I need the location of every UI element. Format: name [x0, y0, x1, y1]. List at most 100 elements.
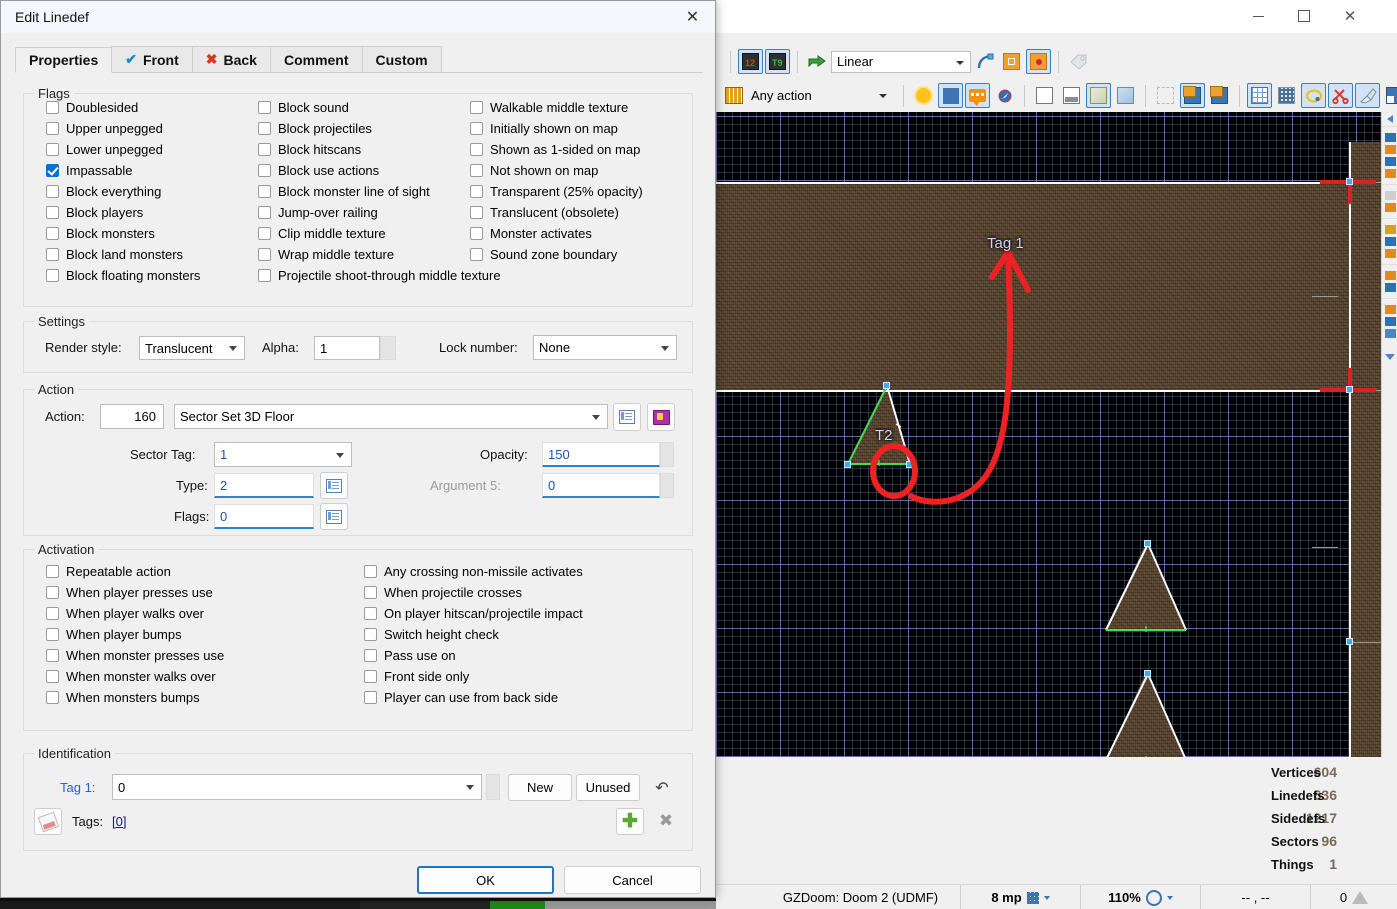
- activation-pass-use-on-checkbox[interactable]: [364, 649, 377, 662]
- flag-block-monsters-checkbox[interactable]: [46, 227, 59, 240]
- unused-tag-button[interactable]: Unused: [576, 774, 640, 801]
- tab-comment[interactable]: Comment: [269, 46, 363, 72]
- new-tag-button[interactable]: New: [508, 774, 572, 801]
- marquee-select-icon[interactable]: [1153, 83, 1178, 108]
- action-filter-select[interactable]: Any action: [747, 84, 897, 107]
- color-picker-icon[interactable]: [1301, 83, 1326, 108]
- flag-block-projectiles-checkbox[interactable]: [258, 122, 271, 135]
- texture-t9-toggle[interactable]: T9: [765, 49, 790, 74]
- map-vertex[interactable]: [1346, 178, 1353, 185]
- tab-front[interactable]: ✔ Front: [111, 46, 193, 72]
- tab-back[interactable]: ✖ Back: [191, 46, 271, 72]
- flag-shown-as-1-sided-checkbox[interactable]: [470, 143, 483, 156]
- activation-back-side-use-checkbox[interactable]: [364, 691, 377, 704]
- argument5-input[interactable]: 0: [542, 473, 660, 498]
- flag-doublesided-checkbox[interactable]: [46, 101, 59, 114]
- map-sector-triangle[interactable]: [1104, 670, 1188, 757]
- cancel-button[interactable]: Cancel: [564, 866, 701, 894]
- close-icon[interactable]: ✕: [670, 1, 715, 32]
- grid-icon[interactable]: [938, 83, 963, 108]
- activation-player-presses-use-checkbox[interactable]: [46, 586, 59, 599]
- curve-mode-select[interactable]: Linear: [831, 50, 971, 73]
- activation-any-crossing-checkbox[interactable]: [364, 565, 377, 578]
- flag-block-use-actions-checkbox[interactable]: [258, 164, 271, 177]
- opacity-stepper[interactable]: [660, 442, 674, 467]
- dock-icon[interactable]: [1384, 305, 1396, 314]
- clear-tags-button[interactable]: [34, 808, 62, 835]
- snap-grid-icon[interactable]: [1247, 83, 1272, 108]
- lower-icon[interactable]: [1086, 83, 1111, 108]
- type-browse-button[interactable]: [320, 472, 348, 499]
- flag-walkable-middle-texture-checkbox[interactable]: [470, 101, 483, 114]
- map-vertex[interactable]: [1346, 386, 1353, 393]
- dock-icon[interactable]: [1384, 317, 1396, 326]
- lock-number-select[interactable]: None: [533, 335, 677, 360]
- status-zoom[interactable]: 110%: [1081, 885, 1201, 909]
- action-browse-button[interactable]: [613, 403, 641, 431]
- flag-translucent-checkbox[interactable]: [470, 206, 483, 219]
- type-input[interactable]: 2: [214, 473, 314, 498]
- activation-player-bumps-checkbox[interactable]: [46, 628, 59, 641]
- activation-monster-presses-use-checkbox[interactable]: [46, 649, 59, 662]
- floor-icon[interactable]: [1059, 83, 1084, 108]
- map-canvas[interactable]: Tag 1 T2: [716, 112, 1381, 757]
- brush-icon[interactable]: [1355, 83, 1380, 108]
- scissors-icon[interactable]: [1328, 83, 1353, 108]
- flag-block-hitscans-checkbox[interactable]: [258, 143, 271, 156]
- maximize-icon[interactable]: [1281, 0, 1327, 32]
- flag-block-sound-checkbox[interactable]: [258, 101, 271, 114]
- flag-upper-unpegged-checkbox[interactable]: [46, 122, 59, 135]
- flag-monster-activates-checkbox[interactable]: [470, 227, 483, 240]
- flag-wrap-middle-texture-checkbox[interactable]: [258, 248, 271, 261]
- flags-arg-input[interactable]: 0: [214, 504, 314, 529]
- activation-repeatable-checkbox[interactable]: [46, 565, 59, 578]
- activation-front-side-only-checkbox[interactable]: [364, 670, 377, 683]
- tag1-stepper[interactable]: [486, 774, 500, 800]
- grid-move-icon[interactable]: [999, 49, 1024, 74]
- flag-not-shown-on-map-checkbox[interactable]: [470, 164, 483, 177]
- tab-properties[interactable]: Properties: [15, 47, 113, 73]
- map-vertex[interactable]: [883, 382, 890, 389]
- dock-icon[interactable]: [1384, 249, 1396, 258]
- dock-icon[interactable]: [1384, 283, 1396, 292]
- compass-icon[interactable]: [992, 83, 1017, 108]
- opacity-input[interactable]: 150: [542, 442, 660, 467]
- map-vertex[interactable]: [906, 461, 913, 468]
- activation-monsters-bumps-checkbox[interactable]: [46, 691, 59, 704]
- activation-player-walks-over-checkbox[interactable]: [46, 607, 59, 620]
- tag-icon[interactable]: [1066, 49, 1091, 74]
- action-number-input[interactable]: 160: [100, 404, 164, 429]
- tag1-select[interactable]: 0: [112, 774, 482, 800]
- reset-tag-button[interactable]: ↶: [648, 774, 676, 801]
- map-sector-triangle[interactable]: [1104, 540, 1188, 634]
- remove-tag-button[interactable]: ✖: [652, 808, 680, 835]
- action-help-button[interactable]: [647, 403, 675, 431]
- dock-icon[interactable]: [1384, 329, 1396, 338]
- flag-block-land-monsters-checkbox[interactable]: [46, 248, 59, 261]
- render-style-select[interactable]: Translucent: [139, 336, 245, 360]
- flag-projectile-shoot-through-checkbox[interactable]: [258, 269, 271, 282]
- pivot-icon[interactable]: [1026, 49, 1051, 74]
- export-icon[interactable]: [805, 49, 830, 74]
- map-sector-triangle-t2[interactable]: [844, 382, 913, 468]
- grid-dense-icon[interactable]: [1274, 83, 1299, 108]
- flag-block-players-checkbox[interactable]: [46, 206, 59, 219]
- flag-block-monster-line-of-sight-checkbox[interactable]: [258, 185, 271, 198]
- collapse-panel-icon[interactable]: [1382, 112, 1397, 126]
- dock-icon[interactable]: [1384, 225, 1396, 234]
- activation-projectile-crosses-checkbox[interactable]: [364, 586, 377, 599]
- status-grid-size[interactable]: 8 mp: [961, 885, 1081, 909]
- dock-icon[interactable]: [1384, 203, 1396, 212]
- sector-copy-icon[interactable]: [1207, 83, 1232, 108]
- flags-arg-browse-button[interactable]: [320, 503, 348, 530]
- argument5-stepper[interactable]: [660, 473, 674, 498]
- dock-icon[interactable]: [1384, 133, 1396, 142]
- ok-button[interactable]: OK: [417, 866, 554, 894]
- dock-icon[interactable]: [1384, 169, 1396, 178]
- comments-icon[interactable]: [965, 83, 990, 108]
- full-bright-icon[interactable]: [1032, 83, 1057, 108]
- activation-monster-walks-over-checkbox[interactable]: [46, 670, 59, 683]
- curve-icon[interactable]: [972, 49, 997, 74]
- brightness-icon[interactable]: [911, 83, 936, 108]
- close-icon[interactable]: ✕: [1327, 0, 1373, 32]
